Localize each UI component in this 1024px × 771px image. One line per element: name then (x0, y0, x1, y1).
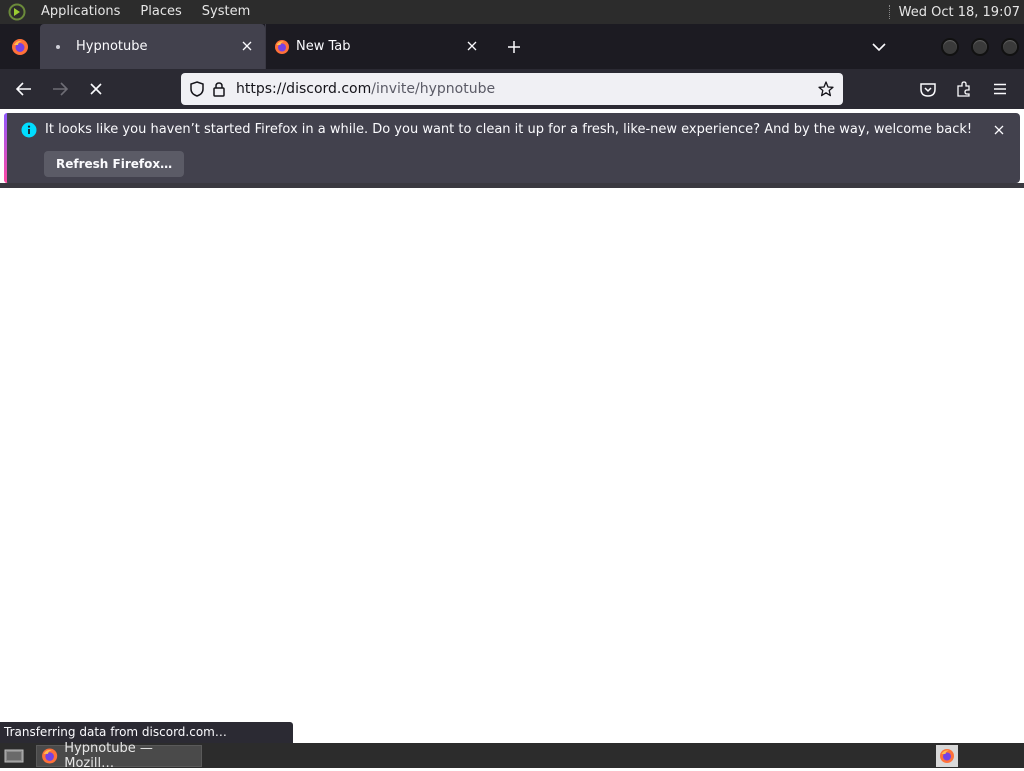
tab-loading-indicator (56, 44, 60, 49)
back-button[interactable] (8, 73, 40, 105)
info-icon (21, 122, 37, 138)
clock[interactable]: Wed Oct 18, 19:07 (899, 5, 1024, 20)
close-window-button[interactable] (1001, 38, 1019, 56)
url-path: /invite/hypnotube (371, 81, 496, 97)
minimize-window-button[interactable] (941, 38, 959, 56)
pocket-icon (920, 82, 936, 97)
page-content-area[interactable] (0, 188, 1024, 743)
url-text[interactable]: https://discord.com/invite/hypnotube (236, 81, 495, 97)
navigation-toolbar: https://discord.com/invite/hypnotube (0, 69, 1024, 109)
list-all-tabs-button[interactable] (864, 32, 894, 62)
system-top-panel: Applications Places System Wed Oct 18, 1… (0, 0, 1024, 24)
tray-firefox-icon[interactable] (936, 745, 958, 767)
extensions-button[interactable] (948, 73, 980, 105)
tab-strip: Hypnotube New Tab (0, 24, 1024, 69)
arrow-right-icon (53, 82, 68, 96)
stop-loading-button[interactable] (80, 73, 112, 105)
lock-icon[interactable] (208, 78, 230, 100)
plus-icon (508, 40, 520, 53)
firefox-favicon-icon (275, 39, 289, 54)
hamburger-menu-icon (994, 83, 1006, 95)
refresh-firefox-button[interactable]: Refresh Firefox… (44, 151, 185, 177)
bottom-taskbar: Hypnotube — Mozill… (0, 741, 1024, 771)
close-tab-icon[interactable] (239, 38, 255, 54)
close-notification-icon[interactable] (989, 120, 1009, 140)
url-host: https://discord.com (236, 81, 372, 97)
puzzle-piece-icon (957, 81, 970, 97)
show-desktop-icon[interactable] (2, 746, 26, 766)
stop-x-icon (90, 83, 102, 95)
notification-message: It looks like you haven’t started Firefo… (45, 122, 973, 137)
new-tab-button[interactable] (496, 29, 532, 65)
arrow-left-icon (16, 82, 31, 96)
panel-separator (888, 5, 891, 19)
app-menu-button[interactable] (984, 73, 1016, 105)
chevron-down-icon (872, 43, 886, 52)
pocket-button[interactable] (912, 73, 944, 105)
places-menu[interactable]: Places (133, 0, 188, 24)
distro-logo-icon[interactable] (6, 1, 28, 23)
applications-menu[interactable]: Applications (34, 0, 127, 24)
taskbar-window-title: Hypnotube — Mozill… (64, 740, 153, 771)
tab-new-tab[interactable]: New Tab (265, 24, 490, 69)
taskbar-window-firefox[interactable]: Hypnotube — Mozill… (36, 741, 202, 771)
bookmark-star-icon[interactable] (815, 78, 837, 100)
firefox-view-icon[interactable] (0, 24, 40, 69)
tab-hypnotube[interactable]: Hypnotube (40, 24, 265, 69)
system-menu[interactable]: System (195, 0, 257, 24)
forward-button[interactable] (44, 73, 76, 105)
url-bar[interactable]: https://discord.com/invite/hypnotube (181, 73, 843, 105)
refresh-firefox-notification: It looks like you haven’t started Firefo… (4, 113, 1020, 183)
tab-title: Hypnotube (76, 39, 148, 54)
tracking-protection-shield-icon[interactable] (186, 78, 208, 100)
firefox-icon (42, 747, 58, 764)
tab-title: New Tab (296, 39, 351, 54)
notification-accent-stripe (4, 113, 7, 183)
maximize-window-button[interactable] (971, 38, 989, 56)
close-tab-icon[interactable] (464, 38, 480, 54)
